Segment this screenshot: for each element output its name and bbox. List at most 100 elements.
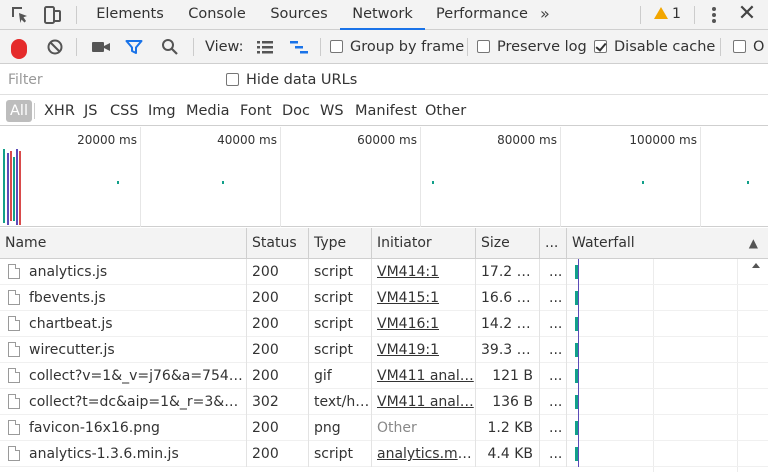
tab-elements[interactable]: Elements bbox=[90, 0, 170, 30]
filter-input[interactable] bbox=[0, 65, 210, 94]
type-filter-ws[interactable]: WS bbox=[320, 100, 344, 122]
type-filter-other[interactable]: Other bbox=[425, 100, 466, 122]
type-filter-font[interactable]: Font bbox=[240, 100, 272, 122]
inspect-element-icon[interactable] bbox=[10, 5, 30, 25]
scroll-up-arrow-icon[interactable] bbox=[752, 263, 760, 268]
request-row[interactable]: analytics-1.3.6.min.js 200 script analytics… bbox=[0, 441, 768, 467]
hide-data-urls-box[interactable] bbox=[226, 73, 239, 86]
request-row[interactable]: analytics.js 200 script VM414:1 17.2 KB... bbox=[0, 259, 768, 285]
large-request-rows-icon[interactable] bbox=[255, 37, 275, 57]
request-type: text/h… bbox=[309, 389, 372, 415]
request-name-cell[interactable]: chartbeat.js bbox=[0, 311, 247, 337]
overview-activity-bar bbox=[10, 151, 12, 221]
network-overview-timeline[interactable]: 20000 ms 40000 ms 60000 ms 80000 ms 1000… bbox=[0, 127, 768, 227]
devtools-tab-bar: Elements Console Sources Network Perform… bbox=[0, 0, 768, 30]
group-by-frame-checkbox[interactable]: Group by frame bbox=[330, 37, 464, 57]
request-name: favicon-16x16.png bbox=[29, 420, 160, 436]
filter-icon[interactable] bbox=[124, 37, 144, 57]
column-header-initiator[interactable]: Initiator bbox=[372, 228, 476, 258]
type-filter-css[interactable]: CSS bbox=[110, 100, 139, 122]
request-type: gif bbox=[309, 363, 372, 389]
more-options-icon[interactable] bbox=[708, 5, 720, 25]
request-initiator[interactable]: VM419:1 bbox=[372, 337, 476, 363]
request-name-cell[interactable]: wirecutter.js bbox=[0, 337, 247, 363]
column-header-type[interactable]: Type bbox=[309, 228, 372, 258]
file-icon bbox=[8, 264, 20, 279]
tab-sources[interactable]: Sources bbox=[262, 0, 336, 30]
overview-grid-line bbox=[140, 127, 141, 227]
request-type: png bbox=[309, 415, 372, 441]
request-initiator[interactable]: VM414:1 bbox=[372, 259, 476, 285]
column-header-waterfall[interactable]: Waterfall bbox=[567, 228, 768, 258]
request-name-cell[interactable]: analytics-1.3.6.min.js bbox=[0, 441, 247, 467]
device-toolbar-icon[interactable] bbox=[42, 5, 62, 25]
request-name-cell[interactable]: favicon-16x16.png bbox=[0, 415, 247, 441]
type-filter-all[interactable]: All bbox=[6, 100, 32, 122]
preserve-log-checkbox[interactable]: Preserve log bbox=[477, 37, 587, 57]
overview-tick-label: 80000 ms bbox=[497, 133, 557, 147]
offline-checkbox[interactable]: O bbox=[733, 37, 764, 57]
warnings-counter[interactable]: 1 bbox=[654, 5, 681, 25]
toolbar-divider bbox=[320, 38, 321, 56]
request-more: ... bbox=[540, 337, 567, 363]
type-filter-doc[interactable]: Doc bbox=[282, 100, 310, 122]
hide-data-urls-checkbox[interactable]: Hide data URLs bbox=[226, 70, 357, 90]
tab-console[interactable]: Console bbox=[180, 0, 254, 30]
type-filter-xhr[interactable]: XHR bbox=[44, 100, 75, 122]
column-header-size[interactable]: Size bbox=[476, 228, 540, 258]
request-initiator[interactable]: analytics.mi… bbox=[372, 441, 476, 467]
column-header-name[interactable]: Name bbox=[0, 228, 247, 258]
filter-bar: Hide data URLs bbox=[0, 65, 768, 95]
disable-cache-checkbox[interactable]: Disable cache bbox=[594, 37, 715, 57]
request-row[interactable]: wirecutter.js 200 script VM419:1 39.3 KB... bbox=[0, 337, 768, 363]
request-row[interactable]: favicon-16x16.png 200 png Other 1.2 KB... bbox=[0, 415, 768, 441]
request-name: collect?t=dc&aip=1&_r=3&v… bbox=[29, 394, 247, 410]
type-filter-img[interactable]: Img bbox=[148, 100, 176, 122]
request-type: script bbox=[309, 311, 372, 337]
request-initiator[interactable]: VM411 anal… bbox=[372, 363, 476, 389]
request-row[interactable]: collect?v=1&_v=j76&a=75434… 200 gif VM411 a… bbox=[0, 363, 768, 389]
toolbar-divider bbox=[720, 38, 721, 56]
offline-box[interactable] bbox=[733, 40, 746, 53]
type-filter-media[interactable]: Media bbox=[186, 100, 230, 122]
request-more: ... bbox=[540, 285, 567, 311]
request-initiator[interactable]: VM411 anal… bbox=[372, 389, 476, 415]
request-name-cell[interactable]: collect?t=dc&aip=1&_r=3&v… bbox=[0, 389, 247, 415]
request-row[interactable]: chartbeat.js 200 script VM416:1 14.2 KB... bbox=[0, 311, 768, 337]
warning-icon bbox=[654, 7, 668, 19]
column-header-more[interactable]: ... bbox=[540, 228, 567, 258]
request-size: 39.3 KB bbox=[476, 337, 540, 363]
more-tabs-button[interactable]: » bbox=[540, 0, 550, 30]
request-name-cell[interactable]: fbevents.js bbox=[0, 285, 247, 311]
request-row[interactable]: fbevents.js 200 script VM415:1 16.6 KB... bbox=[0, 285, 768, 311]
show-overview-icon[interactable] bbox=[288, 37, 310, 57]
waterfall-marker bbox=[578, 311, 579, 337]
toolbar-divider bbox=[76, 38, 77, 56]
tab-performance[interactable]: Performance bbox=[432, 0, 532, 30]
file-icon bbox=[8, 368, 20, 383]
record-icon[interactable] bbox=[11, 39, 27, 59]
request-initiator[interactable]: VM415:1 bbox=[372, 285, 476, 311]
request-status: 200 bbox=[247, 337, 309, 363]
request-row[interactable]: collect?t=dc&aip=1&_r=3&v… 302 text/h… VM41… bbox=[0, 389, 768, 415]
preserve-log-box[interactable] bbox=[477, 40, 490, 53]
sort-ascending-icon[interactable]: ▲ bbox=[749, 228, 758, 258]
file-icon bbox=[8, 290, 20, 305]
capture-screenshots-icon[interactable] bbox=[90, 37, 112, 57]
close-icon[interactable]: ✕ bbox=[736, 3, 758, 25]
request-table-body: analytics.js 200 script VM414:1 17.2 KB... fb… bbox=[0, 259, 768, 472]
disable-cache-box[interactable] bbox=[594, 40, 607, 53]
column-header-status[interactable]: Status bbox=[247, 228, 309, 258]
request-size: 4.4 KB bbox=[476, 441, 540, 467]
request-name: fbevents.js bbox=[29, 290, 106, 306]
type-filter-js[interactable]: JS bbox=[84, 100, 97, 122]
clear-icon[interactable] bbox=[45, 37, 65, 57]
request-name-cell[interactable]: analytics.js bbox=[0, 259, 247, 285]
search-icon[interactable] bbox=[160, 37, 180, 57]
type-filter-manifest[interactable]: Manifest bbox=[355, 100, 417, 122]
toolbar-divider bbox=[76, 6, 77, 24]
group-by-frame-box[interactable] bbox=[330, 40, 343, 53]
request-initiator[interactable]: VM416:1 bbox=[372, 311, 476, 337]
request-name-cell[interactable]: collect?v=1&_v=j76&a=75434… bbox=[0, 363, 247, 389]
tab-network[interactable]: Network bbox=[340, 0, 425, 30]
